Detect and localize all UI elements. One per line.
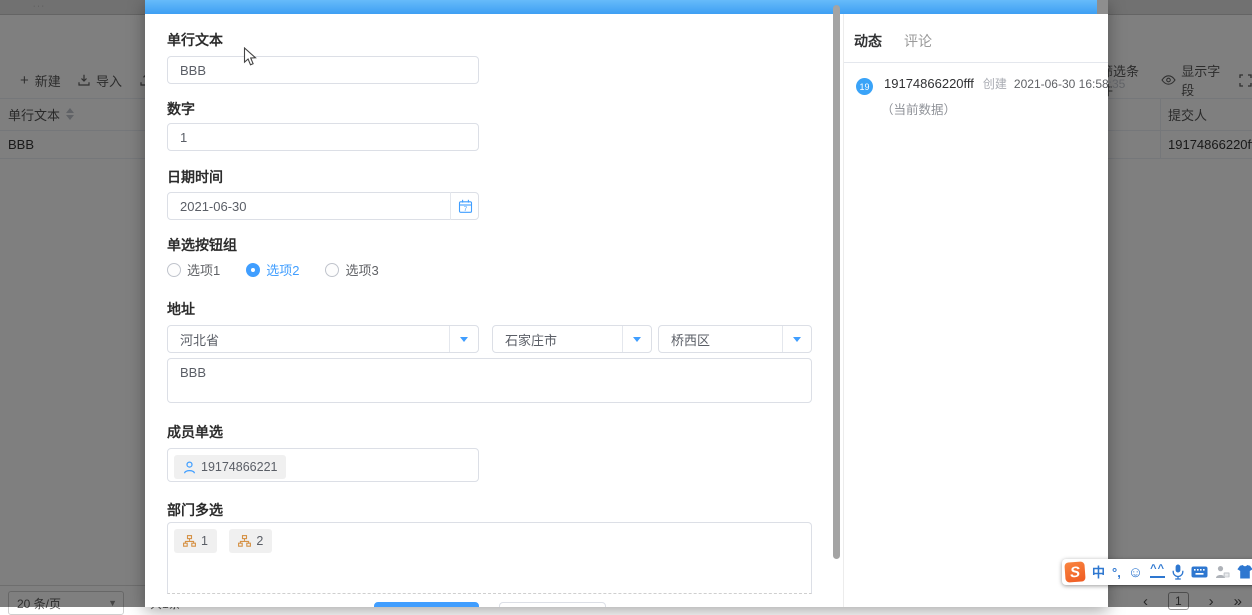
ime-skin-button[interactable]	[1237, 565, 1252, 579]
radio-circle-icon	[325, 263, 339, 277]
org-chart-icon	[183, 535, 196, 547]
sogou-logo-icon[interactable]: S	[1064, 561, 1085, 582]
chevron-down-icon	[782, 326, 811, 352]
member-chip-label: 19174866221	[201, 460, 277, 474]
activity-entry-line: 19174866220fff创建2021-06-30 16:58:35	[884, 75, 1100, 92]
activity-entry: 19 19174866220fff创建2021-06-30 16:58:35 （…	[856, 75, 1100, 118]
confirm-button[interactable]	[374, 602, 479, 607]
province-select[interactable]: 河北省	[167, 325, 479, 353]
form-scrollbar-thumb[interactable]	[833, 5, 840, 559]
address-selects: 河北省 石家庄市 桥西区	[167, 325, 812, 353]
province-value: 河北省	[168, 330, 449, 349]
modal-scrollbar-corner[interactable]	[1097, 0, 1108, 14]
department-chip-label: 1	[201, 534, 208, 548]
ime-microphone-button[interactable]	[1172, 564, 1184, 580]
address-detail-textarea[interactable]: BBB	[167, 358, 812, 403]
svg-text:7: 7	[463, 205, 467, 212]
record-detail-modal: 单行文本 数字 日期时间 7 单选按钮组	[145, 0, 1108, 607]
single-text-input[interactable]	[167, 56, 479, 84]
member-picker[interactable]: 19174866221	[167, 448, 479, 482]
single-text-label: 单行文本	[167, 33, 223, 47]
radio-circle-icon	[167, 263, 181, 277]
field-department: 部门多选	[167, 503, 223, 517]
department-chip[interactable]: 1	[174, 529, 217, 553]
activity-time: 2021-06-30 16:58:35	[1014, 77, 1125, 91]
tabs-divider	[844, 62, 1108, 63]
department-label: 部门多选	[167, 503, 223, 517]
district-select[interactable]: 桥西区	[658, 325, 812, 353]
radio-option-1-label: 选项1	[187, 260, 220, 279]
ime-toolbar: S 中 °, ☺ ^^	[1062, 559, 1252, 585]
tab-comments[interactable]: 评论	[904, 31, 932, 51]
radio-option-1[interactable]: 选项1	[167, 260, 220, 279]
activity-user: 19174866220fff	[884, 76, 974, 91]
member-chip[interactable]: 19174866221	[174, 455, 286, 479]
calendar-icon: 7	[458, 199, 473, 214]
modal-header-bar	[145, 0, 1108, 14]
avatar: 19	[856, 78, 873, 95]
field-number: 数字	[167, 102, 195, 116]
field-datetime: 日期时间	[167, 170, 223, 184]
datetime-label: 日期时间	[167, 170, 223, 184]
modal-form: 单行文本 数字 日期时间 7 单选按钮组	[145, 14, 843, 607]
radio-option-3-label: 选项3	[345, 260, 378, 279]
activity-action: 创建	[983, 77, 1007, 91]
city-select[interactable]: 石家庄市	[492, 325, 652, 353]
person-icon	[183, 461, 196, 474]
radio-option-3[interactable]: 选项3	[325, 260, 378, 279]
datetime-input[interactable]	[167, 192, 479, 220]
ime-smiley-button[interactable]: ☺	[1128, 560, 1143, 585]
ime-handwriting-button[interactable]	[1215, 565, 1230, 579]
department-chip-label: 2	[256, 534, 263, 548]
activity-panel: 动态 评论 19 19174866220fff创建2021-06-30 16:5…	[843, 14, 1108, 607]
number-input[interactable]	[167, 123, 479, 151]
modal-footer-buttons	[167, 602, 812, 607]
chevron-down-icon	[449, 326, 478, 352]
calendar-button[interactable]: 7	[450, 192, 479, 220]
org-chart-icon	[238, 535, 251, 547]
field-member: 成员单选	[167, 425, 223, 439]
city-value: 石家庄市	[493, 330, 622, 349]
person-card-icon	[1215, 565, 1230, 579]
department-chip[interactable]: 2	[229, 529, 272, 553]
radio-option-2[interactable]: 选项2	[246, 260, 299, 279]
ime-punctuation-button[interactable]: °,	[1112, 560, 1121, 585]
department-picker[interactable]: 1 2	[167, 522, 812, 594]
microphone-icon	[1172, 564, 1184, 580]
field-single-text: 单行文本	[167, 33, 223, 47]
activity-panel-tabs: 动态 评论	[854, 31, 932, 51]
radio-option-2-label: 选项2	[266, 260, 299, 279]
keyboard-icon	[1191, 566, 1208, 578]
district-value: 桥西区	[659, 330, 782, 349]
number-label: 数字	[167, 102, 195, 116]
field-radio-group: 单选按钮组	[167, 238, 237, 252]
chevron-down-icon	[622, 326, 651, 352]
tab-activity[interactable]: 动态	[854, 31, 882, 51]
radio-group-label: 单选按钮组	[167, 238, 237, 252]
tshirt-icon	[1237, 565, 1252, 579]
datetime-picker: 7	[167, 192, 479, 220]
field-address: 地址	[167, 302, 195, 316]
radio-circle-icon	[246, 263, 260, 277]
cancel-button[interactable]	[499, 602, 606, 607]
ime-keyboard-button[interactable]	[1191, 566, 1208, 578]
ime-emoticon-button[interactable]: ^^	[1150, 566, 1165, 578]
member-label: 成员单选	[167, 425, 223, 439]
address-label: 地址	[167, 302, 195, 316]
ime-language-mode-button[interactable]: 中	[1092, 560, 1105, 585]
activity-note: （当前数据）	[881, 99, 1100, 118]
radio-group: 选项1 选项2 选项3	[167, 260, 379, 279]
